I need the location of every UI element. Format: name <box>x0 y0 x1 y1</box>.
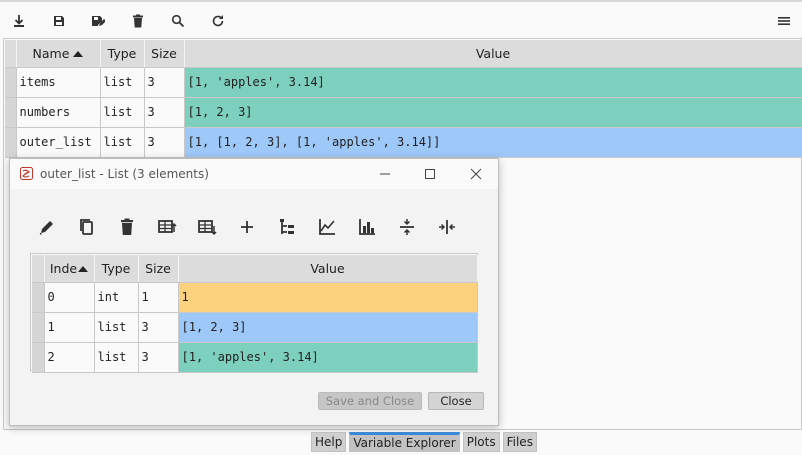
table-corner <box>32 255 45 283</box>
search-icon[interactable] <box>168 11 188 31</box>
row-header[interactable] <box>32 282 45 313</box>
column-header-value[interactable]: Value <box>184 40 802 68</box>
var-name: outer_list <box>16 127 101 158</box>
dialog-toolbar <box>10 215 498 239</box>
save-and-close-button[interactable]: Save and Close <box>318 392 422 410</box>
resize-rows-icon[interactable] <box>395 215 419 239</box>
table-row[interactable]: items list 3 [1, 'apples', 3.14] <box>5 67 802 98</box>
save-as-icon[interactable] <box>88 11 108 31</box>
var-name: numbers <box>16 97 101 128</box>
column-header-name[interactable]: Name <box>16 40 101 68</box>
column-header-type[interactable]: Type <box>94 255 139 283</box>
item-size: 3 <box>138 312 179 343</box>
var-type: list <box>100 127 145 158</box>
tab-variable-explorer[interactable]: Variable Explorer <box>349 432 460 452</box>
tab-plots[interactable]: Plots <box>462 432 500 452</box>
app-logo-icon <box>20 167 33 180</box>
var-type: list <box>100 97 145 128</box>
save-icon[interactable] <box>49 11 69 31</box>
item-index: 2 <box>44 342 95 373</box>
item-index: 0 <box>44 282 95 313</box>
options-menu-icon[interactable] <box>774 11 794 31</box>
column-header-value[interactable]: Value <box>178 255 478 283</box>
column-header-size[interactable]: Size <box>144 40 185 68</box>
close-window-icon[interactable] <box>467 165 485 183</box>
insert-below-icon[interactable] <box>195 215 219 239</box>
table-row[interactable]: outer_list list 3 [1, [1, 2, 3], [1, 'ap… <box>5 127 802 158</box>
row-header[interactable] <box>5 67 17 98</box>
row-header[interactable] <box>5 97 17 128</box>
row-header[interactable] <box>32 312 45 343</box>
table-row[interactable]: 2 list 3 [1, 'apples', 3.14] <box>32 342 478 373</box>
table-row[interactable]: 0 int 1 1 <box>32 282 478 313</box>
item-value[interactable]: 1 <box>178 282 478 313</box>
pane-tabs: Help Variable Explorer Plots Files <box>311 432 540 452</box>
item-value[interactable]: [1, 'apples', 3.14] <box>178 342 478 373</box>
delete-all-icon[interactable] <box>128 11 148 31</box>
var-size: 3 <box>144 97 185 128</box>
row-header[interactable] <box>5 127 17 158</box>
item-size: 3 <box>138 342 179 373</box>
maximize-icon[interactable] <box>421 165 439 183</box>
sort-ascending-icon <box>73 50 84 57</box>
plot-icon[interactable] <box>315 215 339 239</box>
sort-ascending-icon <box>78 265 89 272</box>
item-index: 1 <box>44 312 95 343</box>
item-type: list <box>94 312 139 343</box>
column-header-type[interactable]: Type <box>100 40 145 68</box>
table-row[interactable]: 1 list 3 [1, 2, 3] <box>32 312 478 343</box>
copy-icon[interactable] <box>75 215 99 239</box>
view-tree-icon[interactable] <box>275 215 299 239</box>
item-size: 1 <box>138 282 179 313</box>
resize-columns-icon[interactable] <box>435 215 459 239</box>
table-corner <box>5 40 17 68</box>
var-size: 3 <box>144 127 185 158</box>
table-row[interactable]: numbers list 3 [1, 2, 3] <box>5 97 802 128</box>
refresh-icon[interactable] <box>208 11 228 31</box>
row-header[interactable] <box>32 342 45 373</box>
dialog-titlebar[interactable]: outer_list - List (3 elements) <box>10 159 498 189</box>
column-header-index[interactable]: Inde <box>44 255 95 283</box>
var-name: items <box>16 67 101 98</box>
item-type: int <box>94 282 139 313</box>
item-value[interactable]: [1, 2, 3] <box>178 312 478 343</box>
dialog-title: outer_list - List (3 elements) <box>40 167 209 181</box>
edit-icon[interactable] <box>35 215 59 239</box>
tab-files[interactable]: Files <box>502 432 537 452</box>
histogram-icon[interactable] <box>355 215 379 239</box>
variable-explorer-toolbar <box>0 0 802 38</box>
minimize-icon[interactable] <box>376 165 394 183</box>
var-type: list <box>100 67 145 98</box>
insert-above-icon[interactable] <box>155 215 179 239</box>
column-header-size[interactable]: Size <box>138 255 179 283</box>
list-editor-table: Inde Type Size Value 0 int 1 1 1 list 3 … <box>32 255 478 373</box>
var-value[interactable]: [1, 2, 3] <box>184 97 802 128</box>
close-button[interactable]: Close <box>428 392 484 410</box>
collection-editor-dialog: outer_list - List (3 elements) Inde Type… <box>9 158 499 426</box>
var-value[interactable]: [1, [1, 2, 3], [1, 'apples', 3.14]] <box>184 127 802 158</box>
var-size: 3 <box>144 67 185 98</box>
var-value[interactable]: [1, 'apples', 3.14] <box>184 67 802 98</box>
list-editor-table-container: Inde Type Size Value 0 int 1 1 1 list 3 … <box>30 253 478 373</box>
variable-table: Name Type Size Value items list 3 [1, 'a… <box>5 40 802 158</box>
import-data-icon[interactable] <box>9 11 29 31</box>
item-type: list <box>94 342 139 373</box>
tab-help[interactable]: Help <box>311 432 347 452</box>
remove-icon[interactable] <box>115 215 139 239</box>
add-icon[interactable] <box>235 215 259 239</box>
